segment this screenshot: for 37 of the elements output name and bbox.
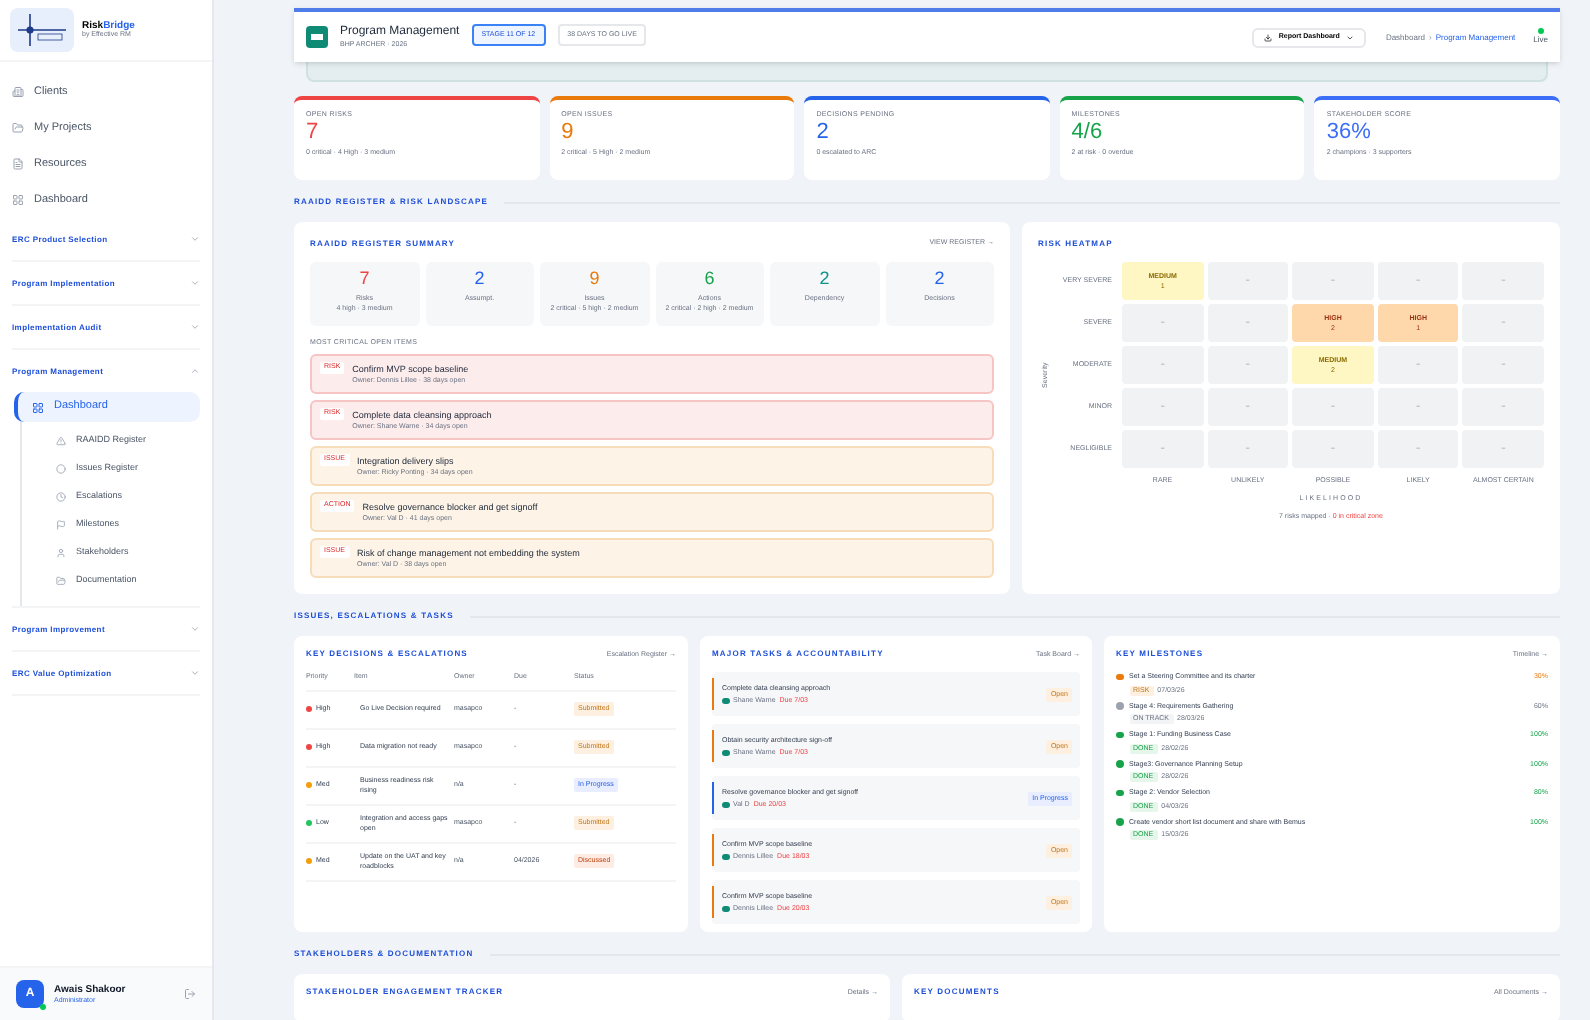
chevron-down-icon [190,278,200,288]
owner-avatar [722,905,729,913]
stat-value: 9 [561,120,576,148]
folder-icon [56,575,66,585]
document-icon [12,158,24,170]
chevron-down-icon [190,322,200,332]
tile-value: 2 [934,270,945,288]
chevron-up-icon [190,366,200,376]
clock-icon [56,491,66,501]
tile-value: 7 [359,270,370,288]
owner-avatar [722,697,729,705]
circle-icon [56,463,66,473]
tile-value: 2 [819,270,830,288]
logout-icon[interactable] [184,988,196,1000]
logo [10,8,74,52]
warning-icon [56,435,66,445]
grid-icon [12,194,24,206]
tile-value: 6 [704,270,715,288]
grid-icon [32,401,44,413]
download-icon [1264,33,1273,41]
folder-icon [12,122,24,134]
stat-value: 2 [816,120,831,148]
owner-avatar [722,853,729,861]
building-icon [12,86,24,98]
stat-value: 4/6 [1071,120,1105,148]
owner-avatar [722,749,729,757]
flag-icon [56,519,66,529]
stat-value: 36% [1326,120,1373,148]
program-logo [306,26,328,48]
stat-value: 7 [306,120,321,148]
tile-value: 2 [474,270,485,288]
chevron-down-icon [190,624,200,634]
tile-value: 9 [589,270,600,288]
chevron-down-icon [190,234,200,244]
owner-avatar [722,801,729,809]
chevron-down-icon [190,668,200,678]
user-icon [56,547,66,557]
